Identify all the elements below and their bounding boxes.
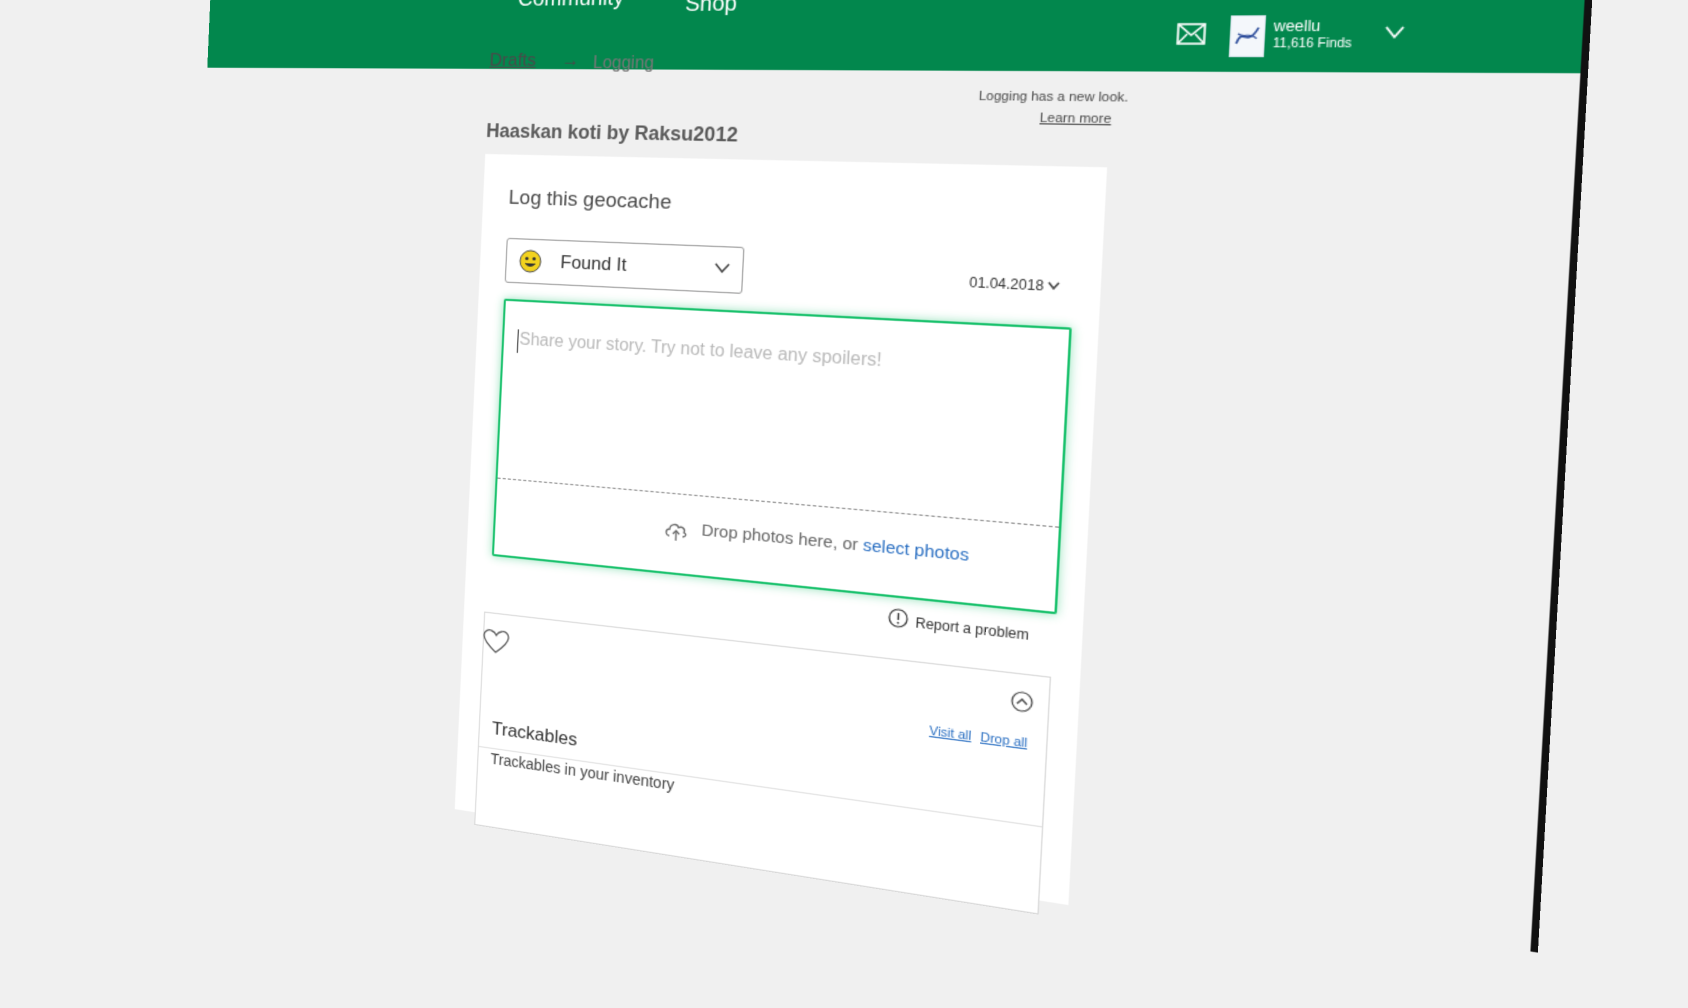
log-type-value: Found It — [560, 252, 627, 277]
select-photos-link[interactable]: select photos — [863, 536, 970, 566]
photo-drop-zone[interactable]: Drop photos here, or select photos — [494, 478, 1059, 613]
drop-photos-label: Drop photos here, or — [701, 521, 863, 555]
drop-all-link[interactable]: Drop all — [980, 731, 1028, 751]
avatar[interactable] — [1229, 15, 1266, 57]
avatar-image — [1230, 16, 1265, 55]
user-name[interactable]: weellu — [1273, 17, 1321, 35]
log-date[interactable]: 01.04.2018 — [969, 274, 1044, 294]
story-placeholder: Share your story. Try not to leave any s… — [519, 331, 882, 372]
log-card: Log this geocache Found It 01.04.2018 — [455, 154, 1107, 905]
trackables-panel: Visit all Drop all Trackables Trackables… — [474, 612, 1051, 915]
log-type-select[interactable]: Found It — [505, 238, 745, 294]
chevron-down-icon[interactable] — [1047, 281, 1060, 291]
visit-all-link[interactable]: Visit all — [929, 724, 972, 743]
breadcrumb-arrow: → — [561, 50, 580, 72]
trackables-divider — [479, 746, 1042, 827]
new-look-notice: Logging has a new look. — [978, 90, 1128, 106]
chevron-down-icon — [714, 263, 730, 275]
smiley-icon — [518, 249, 542, 274]
learn-more-link[interactable]: Learn more — [1039, 111, 1111, 126]
report-problem-link[interactable]: Report a problem — [915, 615, 1029, 644]
cache-owner: by Raksu2012 — [606, 122, 738, 146]
nav-shop-link[interactable]: Shop — [685, 0, 738, 18]
chevron-down-icon[interactable] — [1384, 25, 1405, 40]
breadcrumb-current: Logging — [593, 54, 655, 74]
cache-title: Haaskan koti by Raksu2012 — [486, 120, 739, 147]
heart-icon[interactable] — [482, 627, 510, 656]
cache-name[interactable]: Haaskan koti — [486, 120, 602, 143]
perspective-stage: Community Shop weellu 11,616 Finds — [0, 0, 1688, 725]
page: Community Shop weellu 11,616 Finds — [178, 0, 1593, 952]
nav-community-link[interactable]: Community — [517, 0, 624, 12]
log-heading: Log this geocache — [508, 187, 672, 216]
top-nav-bar: Community Shop weellu 11,616 Finds — [207, 0, 1589, 73]
mail-icon[interactable] — [1176, 23, 1206, 45]
user-finds-count: 11,616 Finds — [1272, 37, 1352, 51]
trackables-subtitle: Trackables in your inventory — [490, 750, 675, 794]
upload-cloud-icon — [664, 519, 689, 543]
warning-icon — [888, 607, 909, 629]
trackables-title: Trackables — [491, 718, 577, 751]
log-text-editor[interactable]: Share your story. Try not to leave any s… — [492, 299, 1072, 615]
chevron-up-icon[interactable] — [1010, 690, 1034, 714]
drop-photos-text: Drop photos here, or select photos — [701, 521, 969, 565]
breadcrumb-drafts-link[interactable]: Drafts — [489, 50, 536, 72]
